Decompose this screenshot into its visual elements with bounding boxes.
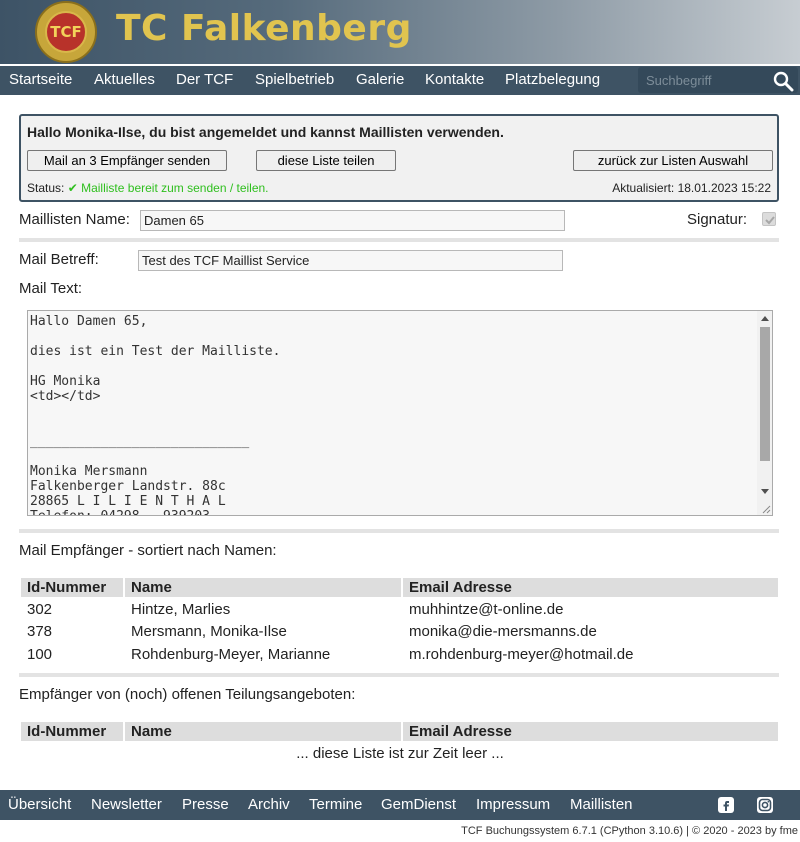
row-email: muhhintze@t-online.de <box>409 601 564 618</box>
status-line: Status: ✔ Mailliste bereit zum senden / … <box>27 181 269 195</box>
status-label: Status: <box>27 181 65 195</box>
send-mail-button[interactable]: Mail an 3 Empfänger senden <box>27 150 227 171</box>
footer-item-impressum[interactable]: Impressum <box>476 796 550 813</box>
instagram-icon[interactable] <box>757 797 773 813</box>
footer-item-maillisten[interactable]: Maillisten <box>570 796 633 813</box>
mail-text-area[interactable] <box>30 313 756 515</box>
footer-item-termine[interactable]: Termine <box>309 796 362 813</box>
col-header-name: Name <box>125 578 401 597</box>
updated-timestamp: Aktualisiert: 18.01.2023 15:22 <box>612 181 771 195</box>
signature-label: Signatur: <box>687 211 748 228</box>
row-email: monika@die-mersmanns.de <box>409 623 597 640</box>
footer-item-newsletter[interactable]: Newsletter <box>91 796 162 813</box>
search-box <box>638 67 798 93</box>
row-id: 378 <box>27 623 53 640</box>
footer-nav: Übersicht Newsletter Presse Archiv Termi… <box>0 790 800 820</box>
row-name: Rohdenburg-Meyer, Marianne <box>131 646 331 663</box>
scroll-down-icon[interactable] <box>761 489 769 494</box>
logo-text: TCF <box>45 11 87 53</box>
signature-checkbox[interactable] <box>762 212 776 226</box>
site-header: TCF TC Falkenberg <box>0 0 800 64</box>
col-header-email: Email Adresse <box>403 578 778 597</box>
col-header-id: Id-Nummer <box>21 578 123 597</box>
footer-item-archiv[interactable]: Archiv <box>248 796 290 813</box>
check-icon <box>765 216 775 225</box>
nav-item-spielbetrieb[interactable]: Spielbetrieb <box>255 71 334 88</box>
search-input[interactable] <box>640 69 768 91</box>
footer-item-gemdienst[interactable]: GemDienst <box>381 796 456 813</box>
col-header-id: Id-Nummer <box>21 722 123 741</box>
nav-item-kontakte[interactable]: Kontakte <box>425 71 484 88</box>
resize-grip-icon[interactable] <box>761 504 771 514</box>
separator <box>19 673 779 677</box>
separator <box>19 529 779 533</box>
facebook-icon[interactable] <box>718 797 734 813</box>
nav-item-platzbelegung[interactable]: Platzbelegung <box>505 71 600 88</box>
share-list-button[interactable]: diese Liste teilen <box>256 150 396 171</box>
scroll-thumb[interactable] <box>760 327 770 461</box>
scroll-up-icon[interactable] <box>761 316 769 321</box>
col-header-name: Name <box>125 722 401 741</box>
copyright-text: TCF Buchungssystem 6.7.1 (CPython 3.10.6… <box>461 825 798 837</box>
greeting-text: Hallo Monika-Ilse, du bist angemeldet un… <box>27 124 504 140</box>
subject-field[interactable] <box>138 250 563 271</box>
back-to-lists-button[interactable]: zurück zur Listen Auswahl <box>573 150 773 171</box>
club-logo[interactable]: TCF <box>35 1 97 63</box>
row-name: Hintze, Marlies <box>131 601 231 618</box>
footer-item-presse[interactable]: Presse <box>182 796 229 813</box>
recipients-heading: Mail Empfänger - sortiert nach Namen: <box>19 542 277 559</box>
mail-text-container <box>27 310 773 516</box>
col-header-email: Email Adresse <box>403 722 778 741</box>
site-title: TC Falkenberg <box>116 8 412 49</box>
mail-text-label: Mail Text: <box>19 280 83 297</box>
list-name-field[interactable] <box>140 210 565 231</box>
status-text: ✔ Mailliste bereit zum senden / teilen. <box>67 181 269 195</box>
search-icon[interactable] <box>772 70 794 92</box>
list-name-label: Maillisten Name: <box>19 211 130 228</box>
nav-item-startseite[interactable]: Startseite <box>9 71 72 88</box>
footer-item-uebersicht[interactable]: Übersicht <box>8 796 71 813</box>
row-email: m.rohdenburg-meyer@hotmail.de <box>409 646 634 663</box>
pending-heading: Empfänger von (noch) offenen Teilungsang… <box>19 686 356 703</box>
row-id: 302 <box>27 601 53 618</box>
row-name: Mersmann, Monika-Ilse <box>131 623 287 640</box>
nav-item-aktuelles[interactable]: Aktuelles <box>94 71 155 88</box>
login-info-box: Hallo Monika-Ilse, du bist angemeldet un… <box>19 114 779 202</box>
nav-item-galerie[interactable]: Galerie <box>356 71 404 88</box>
separator <box>19 238 779 242</box>
nav-item-der-tcf[interactable]: Der TCF <box>176 71 233 88</box>
row-id: 100 <box>27 646 53 663</box>
subject-label: Mail Betreff: <box>19 251 99 268</box>
mail-text-scrollbar[interactable] <box>757 311 772 515</box>
empty-list-note: ... diese Liste ist zur Zeit leer ... <box>296 745 504 762</box>
